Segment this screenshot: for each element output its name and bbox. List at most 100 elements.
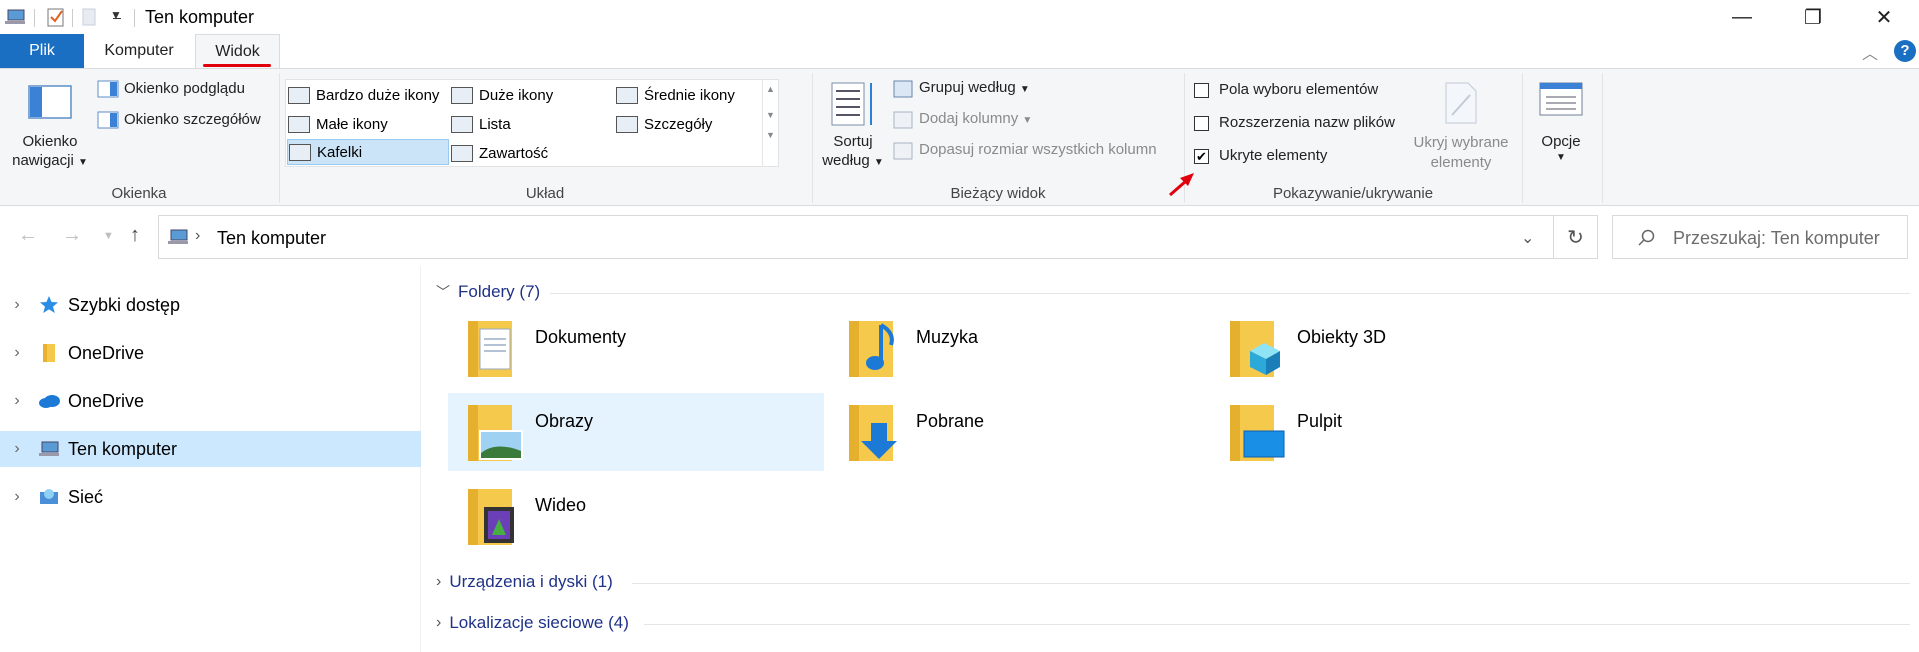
qat-dropdown-icon[interactable]: ▼ bbox=[110, 8, 122, 22]
layout-medium-icons[interactable]: Średnie ikony bbox=[616, 82, 735, 108]
expand-chevron-icon[interactable]: › bbox=[436, 614, 441, 632]
navigation-pane-icon[interactable] bbox=[28, 85, 72, 119]
close-button[interactable]: ✕ bbox=[1849, 0, 1919, 34]
properties-icon[interactable] bbox=[46, 6, 66, 28]
preview-pane-button[interactable]: Okienko podglądu bbox=[124, 80, 245, 97]
options-icon[interactable] bbox=[1538, 81, 1584, 117]
fit-columns-button[interactable]: Dopasuj rozmiar wszystkich kolumn bbox=[919, 141, 1157, 158]
file-extensions-checkbox[interactable] bbox=[1194, 116, 1209, 131]
hide-selected-label2: elementy bbox=[1430, 154, 1492, 171]
hide-selected-button[interactable]: Ukryj wybrane elementy bbox=[1406, 133, 1516, 173]
breadcrumb-separator-icon[interactable]: › bbox=[195, 227, 200, 245]
search-input[interactable]: Przeszukaj: Ten komputer bbox=[1612, 215, 1908, 259]
folder-tile-pulpit[interactable]: Pulpit bbox=[1210, 393, 1586, 471]
expand-chevron-icon[interactable]: › bbox=[436, 573, 441, 591]
tab-plik[interactable]: Plik bbox=[0, 34, 84, 68]
expand-chevron-icon[interactable]: › bbox=[0, 296, 34, 314]
address-bar[interactable]: › Ten komputer ⌄ bbox=[158, 215, 1554, 259]
search-icon bbox=[1638, 229, 1655, 246]
content-icon bbox=[451, 144, 473, 162]
file-extensions-label: Rozszerzenia nazw plików bbox=[1219, 114, 1395, 131]
ribbon-panel: Okienko nawigacji ▼ Okienko podglądu Oki… bbox=[0, 68, 1919, 206]
gallery-scrollbar[interactable]: ▲ ▼ ▼ bbox=[762, 80, 778, 166]
ribbon-tabs: Plik Komputer Widok ︿ ? bbox=[0, 34, 1919, 69]
qat-separator bbox=[34, 9, 35, 27]
medium-icons-icon bbox=[616, 86, 638, 104]
small-icons-icon bbox=[288, 115, 310, 133]
folder-tile-dokumenty[interactable]: Dokumenty bbox=[448, 309, 824, 387]
gallery-more-icon[interactable]: ▼ bbox=[763, 130, 778, 140]
layout-tiles[interactable]: Kafelki bbox=[287, 139, 449, 165]
qat-dropdown-line bbox=[113, 18, 121, 19]
hide-selected-icon[interactable] bbox=[1444, 81, 1478, 125]
file-list: ﹀ Foldery (7) Dokumenty Muzyka Obiekty 3… bbox=[422, 266, 1919, 652]
forward-icon[interactable]: → bbox=[62, 224, 82, 247]
details-pane-button[interactable]: Okienko szczegółów bbox=[124, 111, 261, 128]
refresh-icon: ↻ bbox=[1567, 226, 1584, 249]
address-path[interactable]: Ten komputer bbox=[217, 228, 326, 249]
back-icon[interactable]: ← bbox=[18, 224, 38, 247]
collapse-ribbon-icon[interactable]: ︿ bbox=[1862, 40, 1878, 64]
folder-tile-obiekty-3d[interactable]: Obiekty 3D bbox=[1210, 309, 1586, 387]
item-checkboxes-label: Pola wyboru elementów bbox=[1219, 81, 1379, 98]
layout-details[interactable]: Szczegóły bbox=[616, 111, 712, 137]
layout-list[interactable]: Lista bbox=[451, 111, 511, 137]
up-icon[interactable]: ↑ bbox=[130, 224, 140, 247]
tab-komputer[interactable]: Komputer bbox=[90, 34, 188, 68]
sidebar-item-onedrive-folder[interactable]: › OneDrive bbox=[0, 335, 421, 371]
preview-pane-icon bbox=[97, 80, 119, 98]
sort-by-button[interactable]: Sortuj według ▼ bbox=[820, 133, 886, 169]
help-icon[interactable]: ? bbox=[1894, 40, 1916, 62]
section-header-folders[interactable]: ﹀ Foldery (7) bbox=[436, 282, 540, 302]
hidden-items-checkbox[interactable]: ✔ bbox=[1194, 149, 1209, 164]
maximize-button[interactable]: ❐ bbox=[1778, 0, 1848, 34]
section-divider bbox=[644, 624, 1910, 625]
layout-extra-large-icons[interactable]: Bardzo duże ikony bbox=[288, 82, 439, 108]
scroll-down-icon[interactable]: ▼ bbox=[763, 110, 778, 120]
folder-tile-pobrane[interactable]: Pobrane bbox=[829, 393, 1205, 471]
item-checkboxes-checkbox[interactable] bbox=[1194, 83, 1209, 98]
sort-by-label2: według ▼ bbox=[822, 152, 884, 169]
computer-icon bbox=[168, 229, 188, 244]
group-by-button[interactable]: Grupuj według ▼ bbox=[919, 79, 1030, 96]
section-divider bbox=[550, 293, 1910, 294]
group-label-okienka: Okienka bbox=[111, 185, 167, 202]
sidebar-item-network[interactable]: › Sieć bbox=[0, 479, 421, 515]
scroll-up-icon[interactable]: ▲ bbox=[763, 84, 778, 94]
new-folder-icon[interactable] bbox=[82, 8, 96, 26]
section-header-devices[interactable]: › Urządzenia i dyski (1) bbox=[436, 572, 613, 592]
expand-chevron-icon[interactable]: › bbox=[0, 392, 34, 410]
refresh-button[interactable]: ↻ bbox=[1554, 215, 1598, 259]
folder-tile-wideo[interactable]: Wideo bbox=[448, 477, 824, 555]
list-icon bbox=[451, 115, 473, 133]
layout-content[interactable]: Zawartość bbox=[451, 140, 548, 166]
section-header-network-locations[interactable]: › Lokalizacje sieciowe (4) bbox=[436, 613, 629, 633]
group-separator bbox=[812, 73, 813, 203]
sidebar-item-this-pc[interactable]: › Ten komputer bbox=[0, 431, 421, 467]
sidebar-item-onedrive-cloud[interactable]: › OneDrive bbox=[0, 383, 421, 419]
address-dropdown-icon[interactable]: ⌄ bbox=[1521, 228, 1534, 248]
star-icon bbox=[34, 295, 64, 315]
section-divider bbox=[632, 583, 1910, 584]
folder-tile-muzyka[interactable]: Muzyka bbox=[829, 309, 1205, 387]
expand-chevron-icon[interactable]: › bbox=[0, 344, 34, 362]
options-button[interactable]: Opcje ▼ bbox=[1534, 133, 1588, 163]
options-label: Opcje bbox=[1541, 133, 1581, 150]
minimize-button[interactable]: — bbox=[1707, 0, 1777, 34]
sort-by-icon[interactable] bbox=[830, 79, 876, 129]
recent-locations-icon[interactable]: ▼ bbox=[103, 230, 114, 242]
layout-large-icons[interactable]: Duże ikony bbox=[451, 82, 553, 108]
navigation-pane-label2: nawigacji ▼ bbox=[12, 152, 88, 169]
group-label-uklad: Układ bbox=[525, 185, 565, 202]
music-folder-icon bbox=[849, 321, 894, 377]
collapse-chevron-icon[interactable]: ﹀ bbox=[436, 282, 450, 302]
expand-chevron-icon[interactable]: › bbox=[0, 488, 34, 506]
navigation-pane-button[interactable]: Okienko nawigacji ▼ bbox=[12, 133, 88, 169]
folder-tile-obrazy[interactable]: Obrazy bbox=[448, 393, 824, 471]
sidebar-item-quick-access[interactable]: › Szybki dostęp bbox=[0, 287, 421, 323]
folder-name: Dokumenty bbox=[535, 327, 627, 347]
layout-small-icons[interactable]: Małe ikony bbox=[288, 111, 388, 137]
add-columns-button[interactable]: Dodaj kolumny ▼ bbox=[919, 110, 1032, 127]
folder-name: Muzyka bbox=[916, 327, 979, 347]
expand-chevron-icon[interactable]: › bbox=[0, 440, 34, 458]
